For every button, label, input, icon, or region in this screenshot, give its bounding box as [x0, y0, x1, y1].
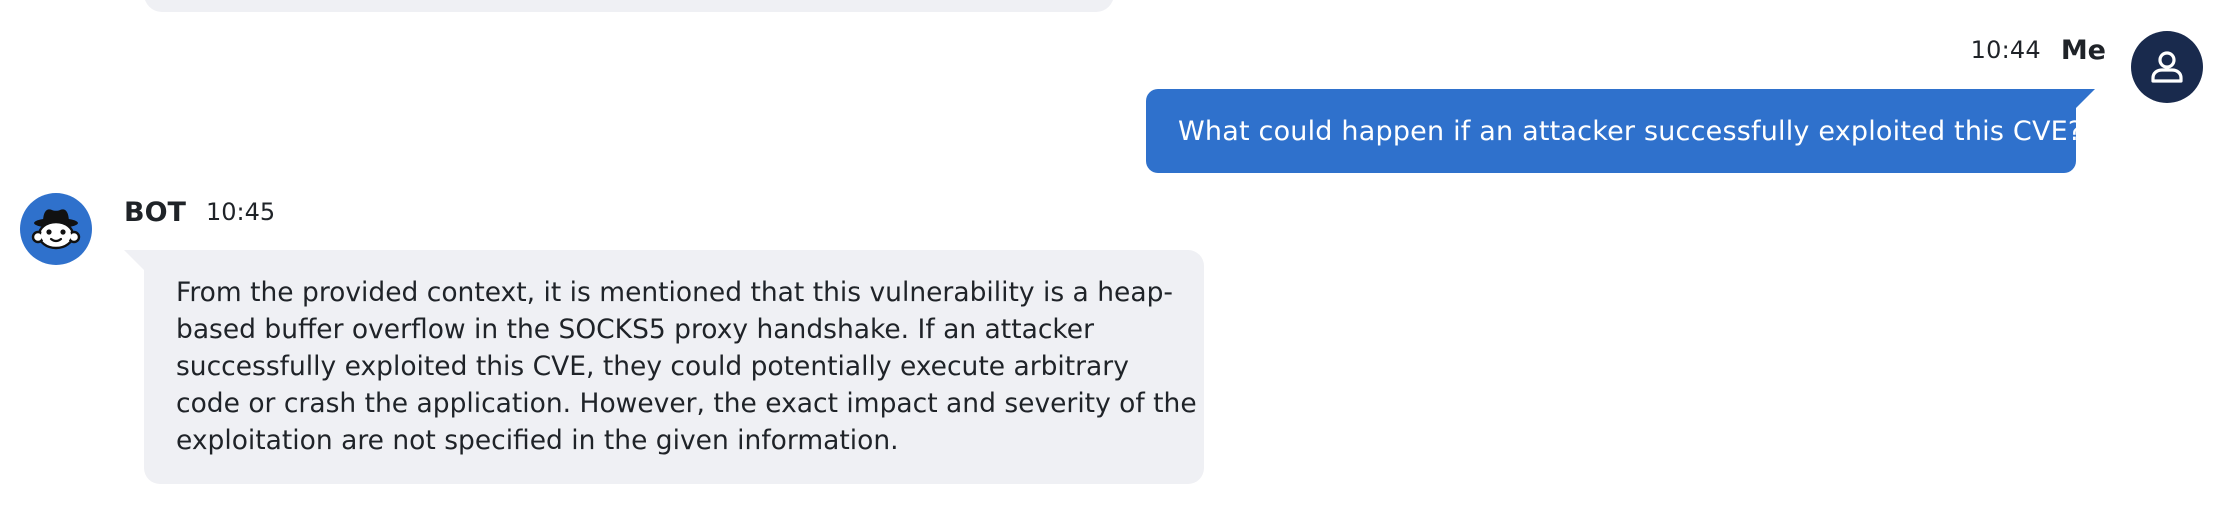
- bot-message-line: based buffer overflow in the SOCKS5 prox…: [176, 314, 1094, 345]
- bot-message-sender: BOT: [124, 196, 186, 228]
- user-avatar: [2131, 31, 2203, 103]
- spy-bot-icon: [31, 209, 81, 250]
- user-message-sender: Me: [2060, 34, 2106, 66]
- bot-message-line: code or crash the application. However, …: [176, 388, 1197, 419]
- bot-message-line: successfully exploited this CVE, they co…: [176, 351, 1129, 382]
- user-message-text: What could happen if an attacker success…: [1178, 115, 2083, 147]
- user-message-header: 10:44 Me: [1971, 30, 2106, 70]
- previous-message-bubble: [144, 0, 1114, 12]
- bot-bubble-tail: [124, 250, 144, 270]
- bot-avatar: [20, 193, 92, 265]
- user-message-time: 10:44: [1970, 36, 2041, 64]
- user-bubble-tail: [2075, 89, 2095, 109]
- bot-message-time: 10:45: [205, 198, 276, 226]
- bot-message-line: From the provided context, it is mention…: [176, 277, 1173, 308]
- user-icon: [2151, 51, 2183, 83]
- user-message-bubble: What could happen if an attacker success…: [1146, 89, 2082, 173]
- bot-message-header: BOT 10:45: [124, 192, 275, 232]
- bot-message-line: exploitation are not specified in the gi…: [176, 425, 899, 456]
- bot-message-bubble: From the provided context, it is mention…: [144, 250, 1204, 484]
